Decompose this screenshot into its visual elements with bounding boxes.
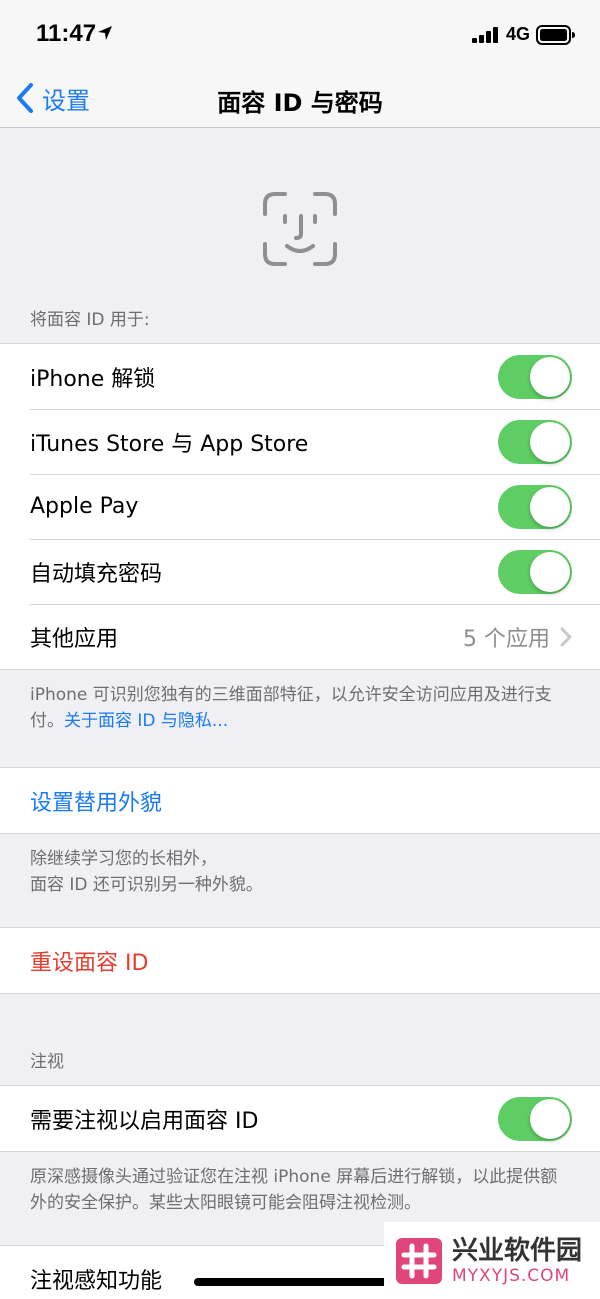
set-alternate-appearance-label: 设置替用外貌 [30, 790, 163, 816]
watermark-title: 兴业软件园 [452, 1235, 583, 1266]
home-indicator[interactable] [194, 1278, 406, 1286]
attention-group: 需要注视以启用面容 ID [0, 1085, 600, 1152]
alternate-appearance-footer: 除继续学习您的长相外， 面容 ID 还可识别另一种外貌。 [0, 834, 600, 927]
row-password-autofill: 自动填充密码 [0, 539, 600, 604]
face-id-footer: iPhone 可识别您独有的三维面部特征，以允许安全访问应用及进行支付。关于面容… [0, 670, 600, 767]
footer-line: 除继续学习您的长相外， [30, 849, 217, 869]
reset-face-id-label: 重设面容 ID [30, 950, 149, 976]
row-label: iTunes Store 与 App Store [30, 431, 309, 457]
location-arrow-icon [98, 26, 112, 40]
row-itunes-app-store: iTunes Store 与 App Store [0, 409, 600, 474]
require-attention-toggle[interactable] [498, 1096, 572, 1141]
reset-group: 重设面容 ID [0, 927, 600, 994]
chevron-right-icon [560, 627, 572, 646]
cellular-signal-icon [472, 27, 498, 43]
toggle-knob [530, 421, 570, 462]
itunes-app-store-toggle[interactable] [498, 419, 572, 464]
alternate-appearance-group: 设置替用外貌 [0, 767, 600, 834]
row-label: Apple Pay [30, 494, 139, 519]
toggle-knob [530, 1098, 570, 1139]
row-label: 需要注视以启用面容 ID [30, 1108, 259, 1134]
watermark-logo-icon [396, 1237, 442, 1284]
reset-face-id-button[interactable]: 重设面容 ID [0, 928, 600, 993]
row-require-attention: 需要注视以启用面容 ID [0, 1086, 600, 1151]
face-id-icon [263, 192, 337, 266]
network-type: 4G [506, 24, 531, 44]
row-label: 其他应用 [30, 626, 119, 652]
row-apple-pay: Apple Pay [0, 474, 600, 539]
set-alternate-appearance-button[interactable]: 设置替用外貌 [0, 768, 600, 833]
battery-icon [536, 25, 575, 45]
apple-pay-toggle[interactable] [498, 484, 572, 529]
navigation-bar: 设置 面容 ID 与密码 [0, 68, 600, 128]
toggle-knob [530, 356, 570, 397]
iphone-unlock-toggle[interactable] [498, 354, 572, 399]
page-title: 面容 ID 与密码 [217, 89, 383, 117]
toggle-knob [530, 486, 570, 527]
toggle-knob [530, 551, 570, 592]
footer-line: 面容 ID 还可识别另一种外貌。 [30, 875, 263, 895]
use-face-id-group: iPhone 解锁 iTunes Store 与 App Store Apple… [0, 343, 600, 670]
row-iphone-unlock: iPhone 解锁 [0, 344, 600, 409]
watermark-text: 兴业软件园 MYXYJS.COM [452, 1236, 582, 1286]
row-label: iPhone 解锁 [30, 366, 156, 392]
attention-header: 注视 [30, 1052, 64, 1072]
other-apps-count: 5 个应用 [463, 626, 550, 652]
row-label: 自动填充密码 [30, 561, 163, 587]
password-autofill-toggle[interactable] [498, 549, 572, 594]
row-other-apps[interactable]: 其他应用 5 个应用 [0, 604, 600, 669]
privacy-link[interactable]: 关于面容 ID 与隐私... [64, 711, 228, 731]
use-face-id-header: 将面容 ID 用于: [30, 310, 150, 330]
watermark: 兴业软件园 MYXYJS.COM [384, 1222, 600, 1299]
face-id-illustration [0, 128, 600, 308]
watermark-subtitle: MYXYJS.COM [452, 1265, 571, 1286]
status-bar: 11:47 4G [0, 0, 600, 68]
status-time: 11:47 [36, 20, 97, 47]
